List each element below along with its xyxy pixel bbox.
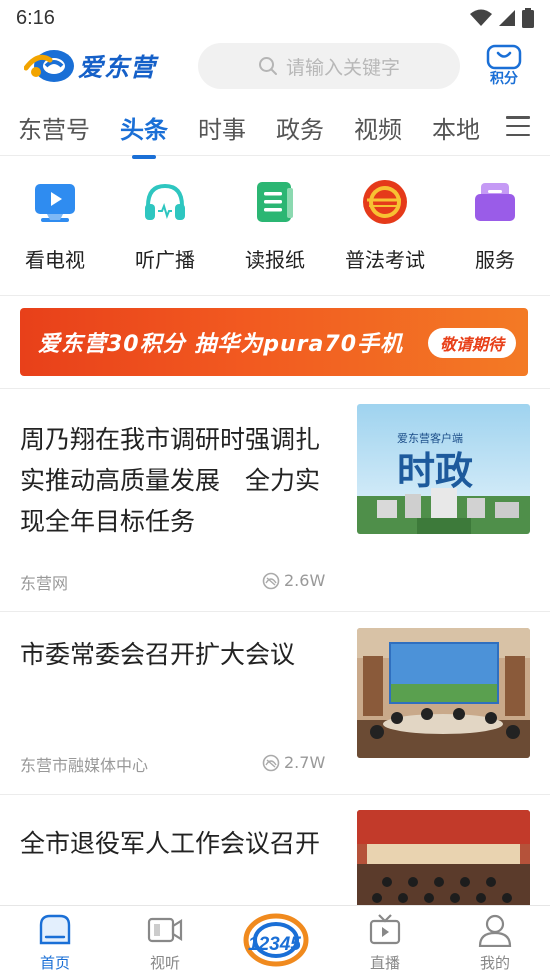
- news-thumbnail: 爱东营客户端 时政: [357, 404, 530, 534]
- news-source: 东营网: [20, 574, 69, 593]
- nav-label: 视听: [149, 954, 180, 972]
- nav-label: 首页: [39, 954, 70, 972]
- news-thumbnail: [357, 628, 530, 758]
- news-source: 东营市融媒体中心: [20, 756, 149, 775]
- hotline-label: 12345: [248, 934, 301, 955]
- views-count: 2.6W: [284, 571, 326, 590]
- signal-icon: [499, 10, 515, 26]
- logo-mark-icon: [23, 46, 76, 86]
- app-header: 爱东营 请输入关键字 积分: [0, 36, 550, 96]
- profile-icon: [477, 912, 513, 948]
- search-placeholder: 请输入关键字: [285, 56, 400, 79]
- wifi-icon: [470, 9, 492, 26]
- tab-local[interactable]: 本地: [432, 110, 480, 145]
- nav-label: 直播: [369, 954, 400, 972]
- tab-government[interactable]: 政务: [276, 110, 324, 145]
- tab-video[interactable]: 视频: [354, 110, 402, 145]
- news-title: 全市退役军人工作会议召开: [20, 829, 321, 858]
- news-thumbnail: [357, 810, 530, 905]
- nav-media[interactable]: 视听: [120, 912, 210, 973]
- news-title: 市委常委会召开扩大会议: [20, 640, 296, 669]
- nav-home[interactable]: 首页: [10, 912, 100, 973]
- nav-label: 我的: [479, 954, 510, 972]
- tab-current-affairs[interactable]: 时事: [198, 110, 246, 145]
- points-bag-icon: [486, 44, 522, 70]
- channel-tabs: 东营号 头条 时事 政务 视频 本地: [0, 100, 550, 156]
- tv-play-icon: [31, 178, 79, 226]
- hotline-12345-icon: 12345: [240, 912, 310, 972]
- nav-profile[interactable]: 我的: [450, 912, 540, 973]
- nav-12345[interactable]: 12345: [230, 912, 320, 972]
- promo-banner[interactable]: 爱东营30积分 抽华为pura70手机 敬请期待: [20, 308, 528, 376]
- law-exam-badge-icon: [361, 178, 409, 226]
- points-label: 积分: [490, 71, 518, 87]
- banner-pill: 敬请期待: [427, 328, 516, 358]
- home-icon: [37, 912, 73, 948]
- news-item[interactable]: 周乃翔在我市调研时强调扎实推动高质量发展 全力实现全年目标任务 东营网 2.6W…: [0, 389, 550, 611]
- newspaper-icon: [251, 178, 299, 226]
- news-item[interactable]: 全市退役军人工作会议召开: [0, 795, 550, 905]
- shortcut-label: 普法考试: [345, 248, 425, 272]
- channel-menu-icon[interactable]: [506, 116, 530, 136]
- shortcut-label: 读报纸: [245, 248, 305, 272]
- status-bar: 6:16: [0, 0, 550, 36]
- shortcut-read-newspaper[interactable]: 读报纸: [225, 178, 325, 273]
- shortcut-label: 服务: [475, 248, 515, 272]
- shortcut-watch-tv[interactable]: 看电视: [5, 178, 105, 273]
- nav-live[interactable]: 直播: [340, 912, 430, 973]
- video-icon: [147, 912, 183, 948]
- service-folder-icon: [471, 178, 519, 226]
- thumb-caption-big: 时政: [397, 448, 473, 493]
- views-icon: [262, 572, 280, 589]
- headphones-icon: [141, 178, 189, 226]
- search-input[interactable]: 请输入关键字: [198, 43, 460, 89]
- views-count: 2.7W: [284, 753, 326, 772]
- bottom-nav: 首页 视听 12345 直播 我的: [0, 905, 550, 979]
- news-title: 周乃翔在我市调研时强调扎实推动高质量发展 全力实现全年目标任务: [20, 425, 321, 536]
- logo-text: 爱东营: [78, 53, 157, 82]
- status-time: 6:16: [16, 6, 55, 29]
- news-views: 2.6W: [262, 571, 325, 590]
- tab-headlines[interactable]: 头条: [120, 110, 168, 145]
- news-item[interactable]: 市委常委会召开扩大会议 东营市融媒体中心 2.7W: [0, 612, 550, 794]
- shortcut-listen-radio[interactable]: 听广播: [115, 178, 215, 273]
- shortcut-label: 看电视: [25, 248, 85, 272]
- thumb-caption-small: 爱东营客户端: [397, 431, 463, 445]
- points-button[interactable]: 积分: [486, 44, 522, 88]
- status-icons: [470, 8, 534, 28]
- tab-dongyinghao[interactable]: 东营号: [18, 110, 90, 145]
- search-icon: [258, 57, 277, 75]
- app-logo: 爱东营: [23, 46, 174, 86]
- battery-icon: [522, 8, 534, 28]
- views-icon: [262, 754, 280, 771]
- live-tv-icon: [367, 912, 403, 948]
- shortcut-grid: 看电视 听广播 读报纸 普法考试 服务: [0, 158, 550, 296]
- shortcut-law-exam[interactable]: 普法考试: [335, 178, 435, 273]
- shortcut-services[interactable]: 服务: [445, 178, 545, 273]
- shortcut-label: 听广播: [135, 248, 195, 272]
- banner-text: 爱东营30积分 抽华为pura70手机: [38, 332, 403, 357]
- news-views: 2.7W: [262, 753, 325, 772]
